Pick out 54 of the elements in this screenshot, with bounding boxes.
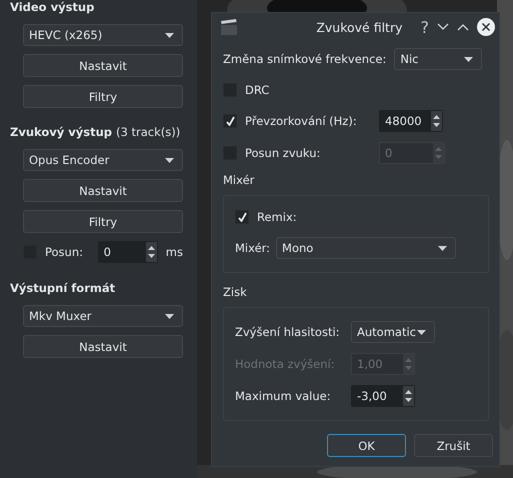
button[interactable]: OK: [327, 434, 406, 457]
dropdown[interactable]: Nic: [394, 48, 482, 70]
maximize-icon[interactable]: [457, 23, 469, 31]
button[interactable]: Nastavit: [23, 54, 183, 77]
field-label: Hodnota zvýšení:: [235, 357, 336, 371]
checkbox-label: DRC: [245, 83, 270, 97]
button[interactable]: Filtry: [23, 85, 183, 108]
field-label: Maximum value:: [235, 389, 332, 403]
dropdown-arrow-icon: [438, 246, 448, 250]
group-title: Mixér: [223, 173, 256, 187]
dropdown-arrow-icon: [165, 314, 174, 318]
track-count: (3 track(s)): [116, 125, 180, 139]
field-label: Změna snímkové frekvence:: [223, 52, 386, 66]
unit-label: ms: [166, 245, 183, 259]
dropdown-arrow-icon: [165, 32, 174, 38]
section-heading: Zvukový výstup: [10, 125, 112, 139]
spin-arrows-icon: [403, 386, 414, 406]
spin-box[interactable]: 48000: [379, 110, 443, 132]
spin-arrows-icon: [146, 242, 157, 262]
group-title: Zisk: [223, 285, 248, 299]
checkmark-icon: [238, 212, 246, 222]
spin-box[interactable]: -3,00: [351, 385, 415, 407]
minimize-icon[interactable]: [437, 23, 449, 31]
dropdown[interactable]: HEVC (x265): [23, 24, 183, 46]
dropdown-arrow-icon: [464, 56, 474, 62]
close-icon[interactable]: [477, 18, 495, 36]
dropdown[interactable]: Mono: [276, 237, 456, 259]
button[interactable]: Zrušit: [414, 434, 493, 457]
checkbox-label: Převzorkování (Hz):: [245, 114, 358, 128]
button[interactable]: Nastavit: [23, 335, 183, 358]
checkbox-label: Posun:: [45, 245, 84, 259]
dropdown-arrow-icon: [417, 330, 426, 334]
spin-box[interactable]: 0: [98, 241, 158, 263]
dropdown-arrow-icon: [165, 158, 174, 162]
button[interactable]: Filtry: [23, 210, 183, 233]
spin-arrows-icon: [431, 111, 442, 131]
clapperboard-icon: [220, 19, 238, 35]
spin-arrows-icon: [403, 354, 414, 374]
checkbox-label: Posun zvuku:: [245, 146, 322, 160]
section-heading: Výstupní formát: [10, 281, 116, 295]
checkbox-label: Remix:: [257, 210, 297, 224]
field-label: Zvýšení hlasitosti:: [235, 325, 341, 339]
checkmark-icon: [226, 116, 234, 126]
field-label: Mixér:: [235, 241, 270, 255]
help-button[interactable]: ?: [420, 18, 429, 36]
button[interactable]: Nastavit: [23, 179, 183, 202]
dropdown[interactable]: Mkv Muxer: [23, 305, 183, 327]
window-title: Zvukové filtry: [315, 20, 404, 34]
checkbox[interactable]: [223, 114, 237, 128]
checkbox[interactable]: [235, 210, 249, 224]
dropdown[interactable]: Automatic: [351, 321, 435, 343]
section-heading: Video výstup: [10, 0, 96, 14]
spin-arrows-icon: [433, 143, 444, 163]
dropdown[interactable]: Opus Encoder: [23, 149, 183, 171]
